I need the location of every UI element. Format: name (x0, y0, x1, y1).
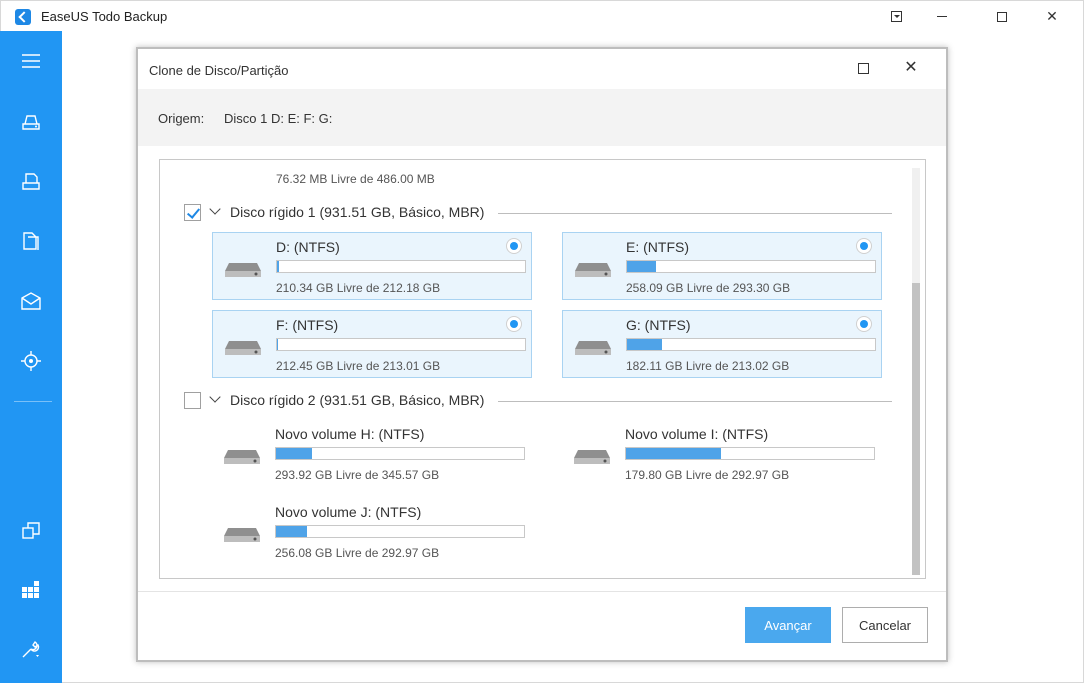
drive-icon (224, 450, 260, 464)
usage-fill (277, 339, 278, 350)
drive-icon (224, 159, 254, 164)
origin-bar: Origem: Disco 1 D: E: F: G: (138, 89, 946, 146)
usage-fill (626, 448, 721, 459)
drive-icon (224, 528, 260, 542)
file-backup-icon[interactable] (19, 229, 43, 253)
sidebar (0, 31, 62, 683)
close-button[interactable]: ✕ (1029, 1, 1075, 32)
usage-fill (276, 526, 307, 537)
chevron-down-icon[interactable] (209, 203, 221, 215)
selected-radio[interactable] (856, 238, 872, 254)
scrollbar[interactable] (912, 168, 920, 575)
minimize-icon (937, 16, 947, 17)
drive-icon (225, 263, 261, 277)
next-button[interactable]: Avançar (745, 607, 831, 643)
usage-bar (275, 447, 525, 460)
partition-card[interactable]: G: (NTFS) 182.11 GB Livre de 213.02 GB (562, 310, 882, 378)
maximize-icon (997, 11, 1007, 22)
usage-bar (275, 525, 525, 538)
partition-name: Novo volume H: (NTFS) (275, 426, 425, 442)
partition-free-text: 258.09 GB Livre de 293.30 GB (626, 281, 791, 295)
clone-dialog: Clone de Disco/Partição ✕ Origem: Disco … (136, 47, 948, 662)
disk-list: 76.32 MB Livre de 486.00 MB Disco rígido… (159, 159, 926, 579)
disk-checkbox[interactable] (184, 204, 201, 221)
app-logo-icon (15, 9, 31, 25)
tools-grid-icon[interactable] (19, 577, 43, 601)
dialog-close-icon[interactable]: ✕ (901, 57, 921, 79)
partition-name: G: (NTFS) (626, 317, 691, 333)
usage-fill (276, 448, 312, 459)
selected-radio[interactable] (856, 316, 872, 332)
smart-backup-icon[interactable] (19, 349, 43, 373)
disk-backup-icon[interactable] (19, 109, 43, 133)
partition-name: E: (NTFS) (626, 239, 689, 255)
chevron-down-icon[interactable] (209, 391, 221, 403)
drive-icon (225, 341, 261, 355)
disk-title: Disco rígido 1 (931.51 GB, Básico, MBR) (230, 204, 485, 220)
selected-radio[interactable] (506, 316, 522, 332)
menu-dropdown-button[interactable] (873, 1, 919, 32)
partition-free-text: 179.80 GB Livre de 292.97 GB (625, 468, 790, 482)
cancel-button[interactable]: Cancelar (842, 607, 928, 643)
disk-title: Disco rígido 2 (931.51 GB, Básico, MBR) (230, 392, 485, 408)
mail-backup-icon[interactable] (19, 289, 43, 313)
sidebar-divider (14, 401, 52, 402)
maximize-button[interactable] (979, 1, 1025, 32)
close-icon: ✕ (1046, 8, 1058, 24)
partition-name: Novo volume I: (NTFS) (625, 426, 769, 442)
disk-header-1: Disco rígido 1 (931.51 GB, Básico, MBR) (184, 202, 892, 222)
partition-name: D: (NTFS) (276, 239, 340, 255)
usage-fill (277, 261, 279, 272)
drive-icon (575, 263, 611, 277)
partition-card[interactable]: Novo volume I: (NTFS) 179.80 GB Livre de… (562, 420, 882, 488)
dialog-title: Clone de Disco/Partição (149, 63, 289, 78)
scrollbar-thumb[interactable] (912, 283, 920, 575)
usage-bar (276, 338, 526, 351)
footer-divider (138, 591, 946, 592)
disk-checkbox[interactable] (184, 392, 201, 409)
partition-free-text: 293.92 GB Livre de 345.57 GB (275, 468, 440, 482)
partition-free-text: 256.08 GB Livre de 292.97 GB (275, 546, 440, 560)
usage-bar (626, 260, 876, 273)
drive-icon (574, 450, 610, 464)
wrench-icon[interactable] (19, 637, 43, 661)
usage-fill (627, 339, 662, 350)
clone-icon[interactable] (19, 519, 43, 543)
partition-free-text: 212.45 GB Livre de 213.01 GB (276, 359, 441, 373)
partition-name: F: (NTFS) (276, 317, 339, 333)
partition-name: Novo volume J: (NTFS) (275, 504, 422, 520)
selected-radio[interactable] (506, 238, 522, 254)
disk-header-2: Disco rígido 2 (931.51 GB, Básico, MBR) (184, 390, 892, 410)
dropdown-icon (890, 11, 902, 22)
divider-line (498, 401, 892, 402)
partition-card[interactable]: E: (NTFS) 258.09 GB Livre de 293.30 GB (562, 232, 882, 300)
menu-icon[interactable] (19, 49, 43, 73)
partition-free-text: 210.34 GB Livre de 212.18 GB (276, 281, 441, 295)
origin-value: Disco 1 D: E: F: G: (224, 111, 333, 126)
usage-fill (627, 261, 656, 272)
dialog-maximize-icon[interactable] (858, 63, 869, 74)
usage-bar (625, 447, 875, 460)
partition-card[interactable]: Novo volume J: (NTFS) 256.08 GB Livre de… (212, 498, 532, 566)
app-title: EaseUS Todo Backup (41, 9, 168, 24)
partition-card[interactable]: F: (NTFS) 212.45 GB Livre de 213.01 GB (212, 310, 532, 378)
usage-bar (276, 260, 526, 273)
system-backup-icon[interactable] (19, 169, 43, 193)
partition-card[interactable]: Novo volume H: (NTFS) 293.92 GB Livre de… (212, 420, 532, 488)
usage-bar (626, 338, 876, 351)
origin-label: Origem: (158, 111, 205, 126)
partition-free-text: 182.11 GB Livre de 213.02 GB (626, 359, 790, 373)
drive-icon (575, 341, 611, 355)
partition-free-text: 76.32 MB Livre de 486.00 MB (276, 172, 435, 186)
title-bar: EaseUS Todo Backup ✕ (0, 0, 1084, 31)
partition-card[interactable]: D: (NTFS) 210.34 GB Livre de 212.18 GB (212, 232, 532, 300)
divider-line (498, 213, 892, 214)
minimize-button[interactable] (919, 1, 965, 32)
